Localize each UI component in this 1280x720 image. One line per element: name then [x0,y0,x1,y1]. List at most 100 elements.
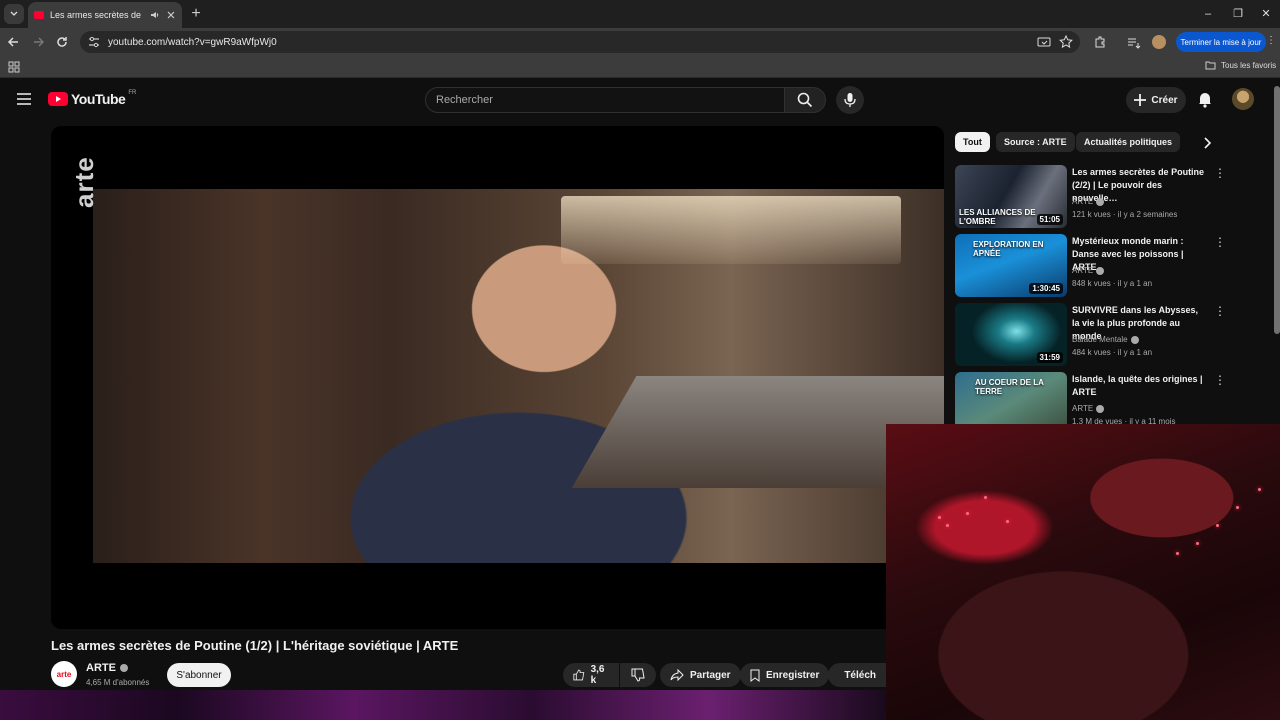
page-scrollbar[interactable] [1274,86,1280,334]
channel-name[interactable]: ARTE [86,662,128,674]
browser-toolbar: youtube.com/watch?v=gwR9aWfpWj0 Terminer… [0,28,1280,56]
fairy-light [1006,520,1009,523]
fairy-light [946,524,949,527]
create-button[interactable]: Créer [1126,87,1186,113]
close-window-button[interactable]: ✕ [1258,6,1274,22]
restore-button[interactable]: ❐ [1230,6,1246,22]
recommendation-channel[interactable]: Balade Mentale [1072,335,1139,344]
subscribe-button[interactable]: S'abonner [167,663,231,687]
fairy-light [938,516,941,519]
more-options-icon[interactable]: ⋮ [1214,167,1226,181]
recommendation-item[interactable]: LES ALLIANCES DE L'OMBRE 51:05 Les armes… [955,165,1226,229]
cast-icon[interactable] [1036,34,1052,50]
recommendation-item[interactable]: EXPLORATION EN APNÉE 1:30:45 Mystérieux … [955,234,1226,298]
verified-icon [1096,404,1105,413]
reading-list-icon[interactable] [1126,34,1142,50]
video-duration: 51:05 [1036,214,1063,225]
video-thumbnail[interactable]: 31:59 [955,303,1067,366]
all-bookmarks[interactable]: Tous les favoris [1205,61,1276,70]
chevron-right-icon[interactable] [1203,137,1211,149]
update-chrome-button[interactable]: Terminer la mise à jour [1176,32,1266,52]
recommendation-channel[interactable]: ARTE [1072,266,1105,275]
dislike-button[interactable] [620,663,656,687]
save-label: Enregistrer [766,669,820,681]
download-button[interactable]: Téléch [828,663,886,687]
webcam-overlay [886,424,1280,720]
speaker-icon[interactable] [150,10,160,20]
notifications-bell-icon[interactable] [1198,91,1212,108]
reload-icon[interactable] [54,34,70,50]
chip-source-arte[interactable]: Source : ARTE [996,132,1075,152]
channel-avatar[interactable]: arte [51,661,77,687]
user-avatar[interactable] [1232,88,1254,110]
voice-search-button[interactable] [836,86,864,114]
arte-watermark: arte [69,156,99,208]
thumbnail-text: LES ALLIANCES DE L'OMBRE [959,208,1036,226]
video-player[interactable]: arte [51,126,944,629]
chevron-down-icon [10,11,18,16]
bookmark-star-icon[interactable] [1058,34,1074,50]
video-frame [93,189,944,563]
share-button[interactable]: Partager [660,663,741,687]
folder-icon [1205,61,1216,70]
channel-text: ARTE [1072,266,1094,275]
tab-title: Les armes secrètes de Pouti [50,10,144,20]
chip-all[interactable]: Tout [955,132,990,152]
more-options-icon[interactable]: ⋮ [1214,374,1226,388]
close-tab-icon[interactable] [166,10,176,20]
chrome-menu-icon[interactable]: ⋮ [1266,36,1276,46]
verified-icon [119,664,128,672]
back-icon[interactable] [6,34,22,50]
search-button[interactable] [784,87,826,113]
thumbs-down-icon [631,668,645,682]
fairy-light [1196,542,1199,545]
youtube-favicon-icon [34,11,44,19]
share-icon [670,669,684,681]
video-title: Les armes secrètes de Poutine (1/2) | L'… [51,638,459,653]
search-input[interactable]: Rechercher [425,87,785,113]
more-options-icon[interactable]: ⋮ [1214,305,1226,319]
address-bar[interactable]: youtube.com/watch?v=gwR9aWfpWj0 [80,31,1080,53]
browser-tab[interactable]: Les armes secrètes de Pouti [28,2,182,28]
fairy-light [1176,552,1179,555]
site-info-icon[interactable] [88,36,100,48]
recommendation-item[interactable]: 31:59 SURVIVRE dans les Abysses, la vie … [955,303,1226,367]
background-strip [0,690,886,720]
recommendation-meta: 848 k vues · il y a 1 an [1072,279,1153,288]
browser-tab-bar: Les armes secrètes de Pouti + – ❐ ✕ [0,0,1280,28]
forward-icon[interactable] [30,34,46,50]
tab-search-button[interactable] [4,4,24,24]
video-thumbnail[interactable]: EXPLORATION EN APNÉE 1:30:45 [955,234,1067,297]
minimize-button[interactable]: – [1200,6,1216,22]
more-options-icon[interactable]: ⋮ [1214,236,1226,250]
fairy-light [1258,488,1261,491]
like-button[interactable]: 3,6 k [563,663,619,687]
youtube-logo[interactable]: YouTube FR [48,90,137,107]
subscriber-count: 4,65 M d'abonnés [86,678,150,687]
menu-icon[interactable] [17,93,31,105]
thumbs-up-icon [573,669,585,681]
fairy-light [984,496,987,499]
recommendation-title[interactable]: Islande, la quête des origines | ARTE [1072,373,1207,399]
video-duration: 1:30:45 [1029,283,1063,294]
recommendation-channel[interactable]: ARTE [1072,404,1105,413]
apps-grid-icon[interactable] [8,61,20,73]
download-label: Téléch [844,669,876,681]
verified-icon [1130,335,1139,344]
channel-text: ARTE [1072,404,1094,413]
plus-icon [1134,94,1147,106]
share-label: Partager [690,669,731,681]
video-thumbnail[interactable]: LES ALLIANCES DE L'OMBRE 51:05 [955,165,1067,228]
bookmarks-bar: Tous les favoris [0,56,1280,78]
url-text: youtube.com/watch?v=gwR9aWfpWj0 [108,36,277,48]
new-tab-button[interactable]: + [188,6,204,22]
recommendation-channel[interactable]: ARTE [1072,197,1105,206]
save-button[interactable]: Enregistrer [740,663,830,687]
logo-text: YouTube [71,91,126,107]
chip-political-news[interactable]: Actualités politiques [1076,132,1181,152]
fairy-light [966,512,969,515]
extensions-icon[interactable] [1092,34,1108,50]
region-code: FR [128,90,137,96]
profile-avatar[interactable] [1152,35,1166,49]
thumbnail-text: AU COEUR DE LA TERRE [975,378,1044,396]
